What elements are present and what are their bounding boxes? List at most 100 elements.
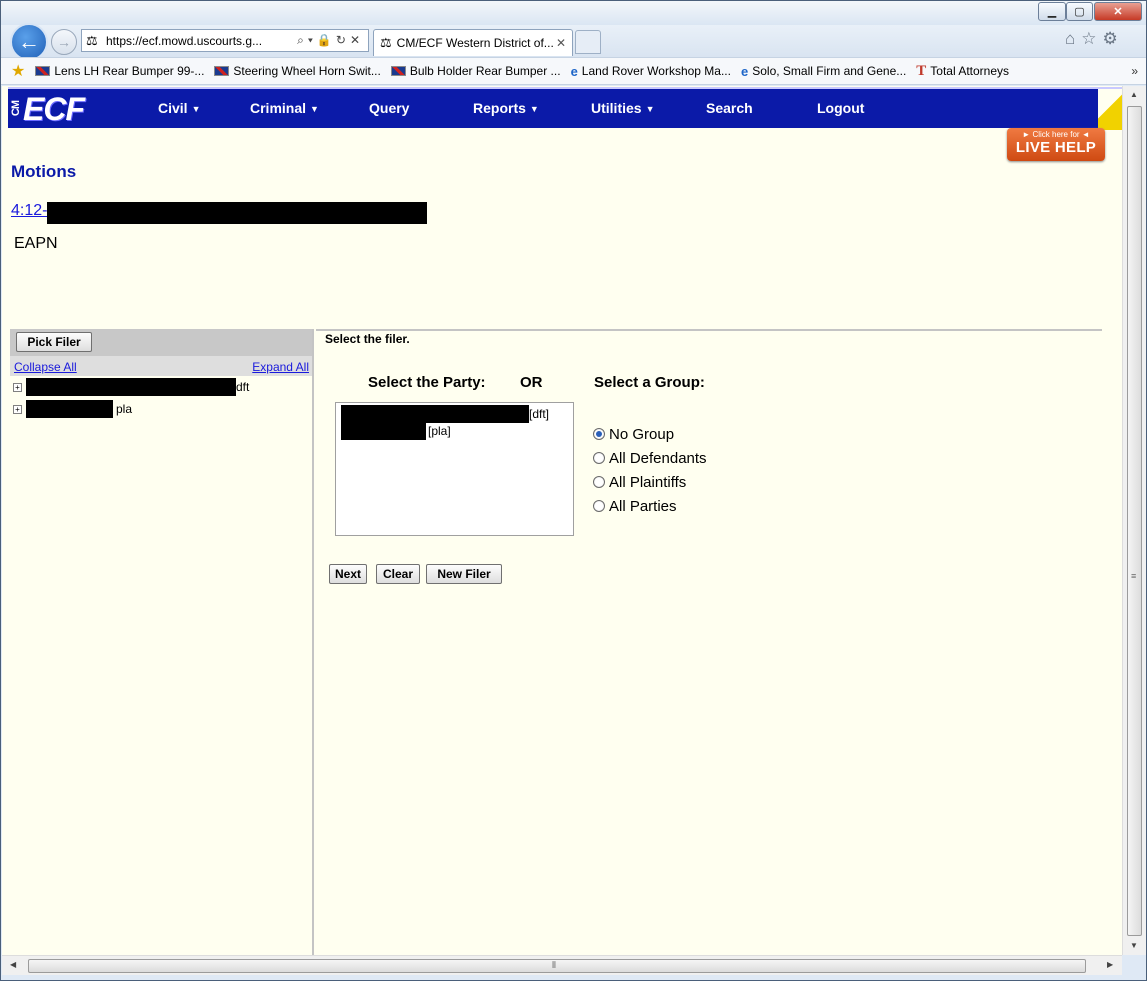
dropdown-icon[interactable]: ▾ [308, 33, 317, 47]
minimize-button[interactable]: ▁ [1038, 2, 1066, 21]
expand-all-link[interactable]: Expand All [252, 360, 309, 374]
horizontal-scrollbar[interactable]: ◀ ⦀ ▶ [2, 955, 1122, 975]
horizontal-scroll-thumb[interactable] [28, 959, 1086, 973]
close-window-button[interactable]: ✕ [1094, 2, 1142, 21]
menu-search[interactable]: Search [706, 100, 753, 116]
redacted-party-name [341, 405, 529, 423]
panel-divider [316, 329, 1102, 331]
group-heading: Select a Group: [594, 374, 705, 391]
next-button[interactable]: Next [329, 564, 367, 584]
clear-button[interactable]: Clear [376, 564, 420, 584]
favorite-item[interactable]: T Total Attorneys [916, 63, 1009, 80]
close-icon: ✕ [1113, 6, 1123, 18]
ie-page-icon: e [740, 63, 749, 79]
search-icon[interactable]: ⌕ [297, 33, 308, 47]
radio-all-parties[interactable]: All Parties [593, 496, 677, 516]
title-bar: ▁ ▢ ✕ [1, 1, 1146, 25]
scroll-right-icon[interactable]: ▶ [1107, 960, 1113, 969]
menu-query[interactable]: Query [369, 100, 409, 116]
menu-utilities[interactable]: Utilities ▼ [591, 100, 655, 116]
filer-tree-panel: Pick Filer Collapse All Expand All + dft… [10, 329, 314, 955]
tree-node[interactable]: + dft [13, 378, 249, 396]
radio-no-group[interactable]: No Group [593, 424, 674, 444]
ecf-menu-bar: CM ECF Civil ▼ Criminal ▼ Query Reports ▼ U… [8, 87, 1122, 130]
browser-window: ▁ ▢ ✕ ← → ⚖ https://ecf.mowd.uscourts.g.… [0, 0, 1147, 981]
scales-icon: ⚖ [380, 35, 392, 50]
redacted-party-name [26, 400, 113, 418]
page-title: Motions [11, 162, 77, 181]
caret-down-icon: ▼ [191, 104, 201, 114]
scroll-grip-icon: ≡ [1131, 571, 1137, 581]
forward-button[interactable]: → [51, 29, 77, 55]
uk-flag-icon [214, 66, 230, 76]
radio-button[interactable] [593, 452, 605, 464]
radio-all-plaintiffs[interactable]: All Plaintiffs [593, 472, 686, 492]
scroll-left-icon[interactable]: ◀ [10, 960, 16, 969]
back-button[interactable]: ← [10, 23, 48, 61]
uk-flag-icon [35, 66, 51, 76]
favorite-item[interactable]: Bulb Holder Rear Bumper ... [390, 64, 561, 78]
scroll-up-icon[interactable]: ▲ [1130, 90, 1138, 99]
or-label: OR [520, 374, 543, 391]
tab-cm-ecf[interactable]: ⚖ CM/ECF Western District of... ✕ [373, 29, 573, 56]
address-bar[interactable]: ⚖ https://ecf.mowd.uscourts.g... ⌕▾🔒↻✕ [81, 29, 369, 52]
menu-criminal[interactable]: Criminal ▼ [250, 100, 319, 116]
favorites-star-icon[interactable]: ★ [11, 61, 25, 81]
radio-button[interactable] [593, 476, 605, 488]
redacted-case-name [47, 202, 427, 224]
favorite-item[interactable]: Lens LH Rear Bumper 99-... [35, 64, 204, 78]
case-number-link[interactable]: 4:12- [11, 202, 47, 220]
arrow-left-icon: ← [18, 29, 40, 54]
collapse-all-link[interactable]: Collapse All [14, 360, 77, 374]
list-item[interactable]: [pla] [341, 422, 451, 440]
menu-civil[interactable]: Civil ▼ [158, 100, 201, 116]
caret-down-icon: ▼ [529, 104, 539, 114]
party-select-list[interactable]: [dft] [pla] [335, 402, 574, 536]
case-code: EAPN [14, 235, 58, 252]
instruction-text: Select the filer. [325, 332, 410, 346]
redacted-party-name [341, 422, 426, 440]
ie-page-icon: e [570, 63, 578, 79]
total-attorneys-icon: T [916, 62, 927, 79]
live-help-button[interactable]: ► Click here for ◄ LIVE HELP [1007, 128, 1105, 161]
uk-flag-icon [390, 66, 406, 76]
favorites-star-icon[interactable]: ☆ [1081, 29, 1096, 49]
lock-icon[interactable]: 🔒 [317, 33, 336, 47]
refresh-icon[interactable]: ↻ [336, 33, 350, 47]
tree-controls: Collapse All Expand All [10, 356, 312, 376]
expand-plus-icon[interactable]: + [13, 382, 22, 392]
party-heading: Select the Party: [368, 374, 486, 391]
more-favorites-icon[interactable]: » [1131, 64, 1146, 78]
expand-plus-icon[interactable]: + [13, 404, 22, 414]
radio-button-checked[interactable] [593, 428, 605, 440]
vertical-scroll-thumb[interactable] [1127, 106, 1142, 936]
caret-down-icon: ▼ [645, 104, 655, 114]
maximize-button[interactable]: ▢ [1066, 2, 1093, 21]
scroll-grip-icon: ⦀ [552, 960, 556, 970]
list-item[interactable]: [dft] [341, 405, 549, 423]
favorite-item[interactable]: e Solo, Small Firm and Gene... [741, 64, 906, 79]
scales-icon: ⚖ [86, 32, 98, 48]
radio-all-defendants[interactable]: All Defendants [593, 448, 707, 468]
tree-node[interactable]: + pla [13, 400, 132, 418]
gear-icon[interactable]: ⚙ [1103, 29, 1118, 49]
stop-icon[interactable]: ✕ [350, 33, 364, 47]
new-filer-button[interactable]: New Filer [426, 564, 502, 584]
pick-filer-button[interactable]: Pick Filer [16, 332, 92, 352]
favorite-item[interactable]: Steering Wheel Horn Swit... [214, 64, 381, 78]
favorite-item[interactable]: e Land Rover Workshop Ma... [571, 64, 731, 79]
home-icon[interactable]: ⌂ [1065, 29, 1075, 49]
ecf-logo[interactable]: CM ECF [10, 91, 85, 127]
menu-reports[interactable]: Reports ▼ [473, 100, 539, 116]
scroll-down-icon[interactable]: ▼ [1130, 941, 1138, 950]
arrow-right-icon: → [57, 34, 71, 50]
menu-logout[interactable]: Logout [817, 100, 864, 116]
close-tab-icon[interactable]: ✕ [556, 36, 566, 50]
vertical-scrollbar[interactable]: ▲ ≡ ▼ [1122, 86, 1146, 955]
radio-button[interactable] [593, 500, 605, 512]
page-viewport: CM ECF Civil ▼ Criminal ▼ Query Reports ▼ U… [2, 86, 1122, 955]
new-tab-button[interactable] [575, 30, 601, 54]
maximize-icon: ▢ [1074, 6, 1085, 18]
tab-title: CM/ECF Western District of... [396, 36, 554, 50]
address-tools: ⌕▾🔒↻✕ [297, 33, 368, 48]
